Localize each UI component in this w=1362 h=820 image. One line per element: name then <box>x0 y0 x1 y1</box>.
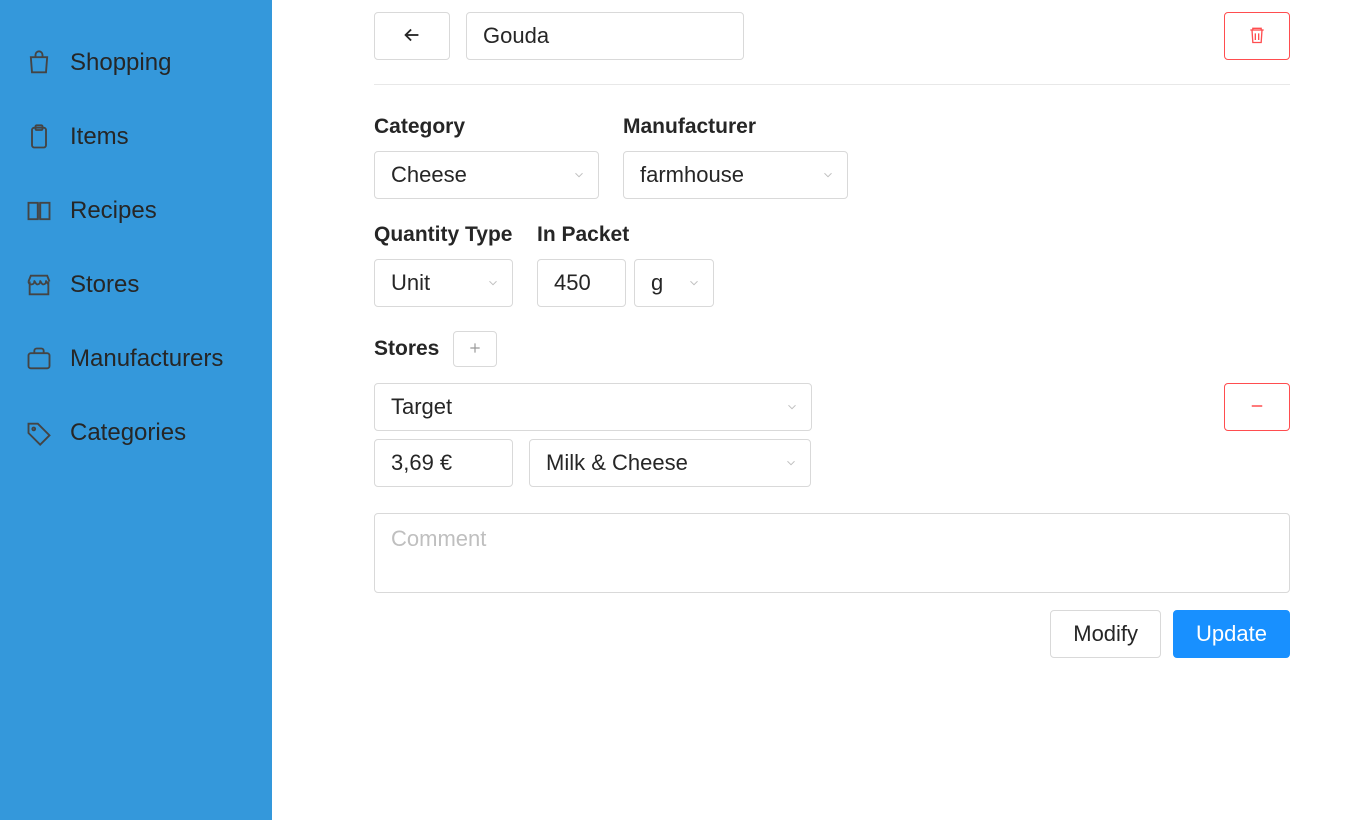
in-packet-field: In Packet g <box>537 223 714 307</box>
quantity-type-field: Quantity Type Unit <box>374 223 513 307</box>
store-select[interactable]: Target <box>374 383 812 431</box>
briefcase-icon <box>24 344 54 374</box>
header-row <box>374 12 1290 85</box>
in-packet-unit-select[interactable]: g <box>634 259 714 307</box>
back-button[interactable] <box>374 12 450 60</box>
category-value: Cheese <box>391 162 467 188</box>
tag-icon <box>24 418 54 448</box>
sidebar-item-manufacturers[interactable]: Manufacturers <box>0 322 272 396</box>
chevron-down-icon <box>821 162 835 188</box>
manufacturer-field: Manufacturer farmhouse <box>623 115 848 199</box>
sidebar-item-label: Stores <box>70 271 139 299</box>
chevron-down-icon <box>785 394 799 420</box>
remove-store-button[interactable] <box>1224 383 1290 431</box>
sidebar-item-label: Shopping <box>70 49 171 77</box>
delete-button[interactable] <box>1224 12 1290 60</box>
sidebar-item-stores[interactable]: Stores <box>0 248 272 322</box>
category-label: Category <box>374 115 599 139</box>
store-section-select[interactable]: Milk & Cheese <box>529 439 811 487</box>
quantity-type-value: Unit <box>391 270 430 296</box>
manufacturer-select[interactable]: farmhouse <box>623 151 848 199</box>
comment-textarea[interactable] <box>374 513 1290 593</box>
trash-icon <box>1247 25 1267 48</box>
clipboard-icon <box>24 122 54 152</box>
store-price-input[interactable] <box>374 439 513 487</box>
stores-label: Stores <box>374 337 439 361</box>
shopping-bag-icon <box>24 48 54 78</box>
store-section-value: Milk & Cheese <box>546 450 688 476</box>
item-form: Category Cheese Manufacturer farmhouse <box>374 85 1290 658</box>
sidebar-item-label: Items <box>70 123 129 151</box>
store-value: Target <box>391 394 452 420</box>
manufacturer-label: Manufacturer <box>623 115 848 139</box>
chevron-down-icon <box>486 270 500 296</box>
sidebar-item-categories[interactable]: Categories <box>0 396 272 470</box>
add-store-button[interactable] <box>453 331 497 367</box>
sidebar-item-shopping[interactable]: Shopping <box>0 26 272 100</box>
item-name-input[interactable] <box>466 12 744 60</box>
sidebar-item-label: Categories <box>70 419 186 447</box>
quantity-type-label: Quantity Type <box>374 223 513 247</box>
quantity-type-select[interactable]: Unit <box>374 259 513 307</box>
minus-icon <box>1248 397 1266 418</box>
store-row: Target Milk & Cheese <box>374 383 1290 487</box>
book-icon <box>24 196 54 226</box>
update-button[interactable]: Update <box>1173 610 1290 658</box>
arrow-left-icon <box>401 24 423 49</box>
chevron-down-icon <box>784 450 798 476</box>
chevron-down-icon <box>572 162 586 188</box>
sidebar-item-label: Manufacturers <box>70 345 223 373</box>
form-actions: Modify Update <box>374 610 1290 658</box>
modify-button[interactable]: Modify <box>1050 610 1161 658</box>
sidebar-item-recipes[interactable]: Recipes <box>0 174 272 248</box>
category-select[interactable]: Cheese <box>374 151 599 199</box>
stores-header: Stores <box>374 331 1290 367</box>
chevron-down-icon <box>687 270 701 296</box>
sidebar: Shopping Items Recipes Stores Manufactur… <box>0 0 272 820</box>
in-packet-input[interactable] <box>537 259 626 307</box>
category-field: Category Cheese <box>374 115 599 199</box>
sidebar-item-items[interactable]: Items <box>0 100 272 174</box>
sidebar-item-label: Recipes <box>70 197 157 225</box>
manufacturer-value: farmhouse <box>640 162 744 188</box>
main-content: Category Cheese Manufacturer farmhouse <box>272 0 1362 820</box>
in-packet-label: In Packet <box>537 223 714 247</box>
store-icon <box>24 270 54 300</box>
plus-icon <box>467 340 483 359</box>
in-packet-unit-value: g <box>651 270 663 296</box>
